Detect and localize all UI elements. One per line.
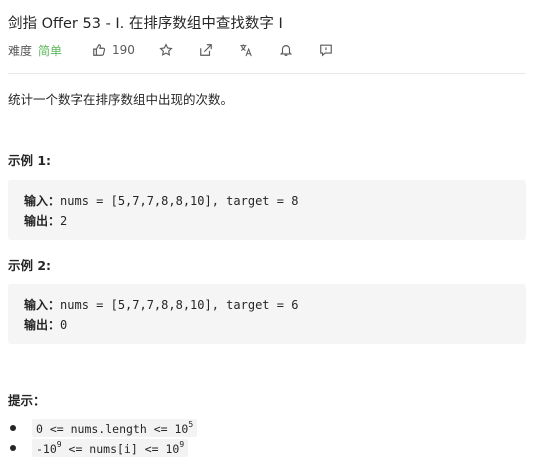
feedback-icon[interactable] (319, 43, 333, 57)
output-label: 输出： (24, 214, 61, 228)
like-count: 190 (112, 43, 135, 57)
difficulty-badge: 简单 (38, 43, 63, 58)
hint-item: 0 <= nums.length <= 105 (9, 418, 198, 438)
problem-title: 剑指 Offer 53 - I. 在排序数组中查找数字 I (8, 16, 283, 32)
thumb-up-icon (92, 43, 106, 57)
example-1-codeblock: 输入：nums = [5,7,7,8,8,10], target = 8 输出：… (8, 180, 526, 240)
hint-item: -109 <= nums[i] <= 109 (9, 438, 197, 458)
hints-list: 0 <= nums.length <= 105 -109 <= nums[i] … (9, 418, 198, 458)
output-label: 输出： (24, 318, 61, 332)
output-value: 0 (60, 318, 68, 332)
hint-constraint-length: 0 <= nums.length <= 105 (32, 419, 198, 437)
hints-heading: 提示： (8, 393, 46, 408)
hint-constraint-range: -109 <= nums[i] <= 109 (32, 439, 189, 457)
example-2-heading: 示例 2: (8, 258, 52, 273)
problem-meta-bar: 难度 简单 190 (8, 41, 333, 59)
input-label: 输入： (24, 194, 61, 208)
difficulty-label: 难度 (8, 43, 33, 58)
star-icon[interactable] (159, 43, 173, 57)
example-1-heading: 示例 1: (8, 153, 52, 168)
problem-description: 统计一个数字在排序数组中出现的次数。 (8, 92, 234, 107)
input-value: nums = [5,7,7,8,8,10], target = 8 (60, 194, 299, 208)
example-1-output: 输出：2 (24, 212, 67, 229)
input-value: nums = [5,7,7,8,8,10], target = 6 (60, 298, 299, 312)
example-2-input: 输入：nums = [5,7,7,8,8,10], target = 6 (24, 296, 298, 313)
output-value: 2 (60, 214, 68, 228)
example-2-output: 输出：0 (24, 316, 67, 333)
divider (8, 73, 526, 74)
example-2-codeblock: 输入：nums = [5,7,7,8,8,10], target = 6 输出：… (8, 284, 526, 344)
like-button[interactable]: 190 (92, 43, 135, 57)
share-icon[interactable] (199, 43, 213, 57)
input-label: 输入： (24, 298, 61, 312)
translate-icon[interactable] (239, 43, 253, 57)
example-1-input: 输入：nums = [5,7,7,8,8,10], target = 8 (24, 192, 298, 209)
bell-icon[interactable] (279, 43, 293, 57)
